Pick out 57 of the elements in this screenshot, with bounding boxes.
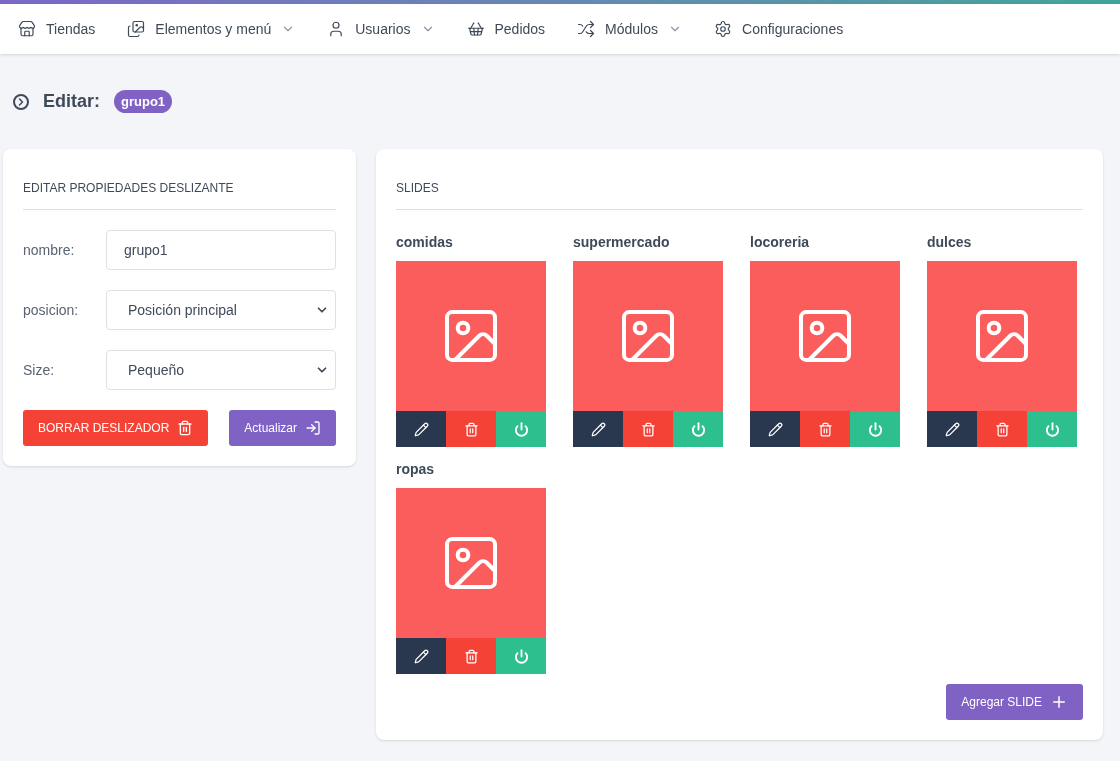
field-label: posicion: [23,300,80,320]
update-button[interactable]: Actualizar [229,410,336,446]
nav-item[interactable]: Configuraciones [714,18,844,40]
card-heading: EDITAR PROPIEDADES DESLIZANTE [23,179,336,210]
trash-icon [817,421,833,437]
power-icon [867,421,883,437]
page-title: Editar: [43,90,100,113]
field-label: nombre: [23,240,76,260]
trash-icon [463,648,479,664]
delete-slider-button[interactable]: BORRAR DESLIZADOR [23,410,209,446]
slide-name: dulces [927,233,973,252]
power-icon [690,421,706,437]
login-icon [305,420,321,436]
basket-icon [466,20,485,38]
trash-icon [640,421,656,437]
edit-button[interactable] [396,638,446,674]
edit-button[interactable] [927,411,977,447]
power-icon [513,648,529,664]
pencil-icon [944,421,960,437]
pencil-icon [413,421,429,437]
select-field[interactable]: Posición principal [106,290,336,330]
nav-item[interactable]: Elementos y menú [127,18,296,40]
nav-item[interactable]: Pedidos [466,18,546,40]
field-label: Size: [23,360,56,380]
power-button[interactable] [673,411,723,447]
power-button[interactable] [1027,411,1077,447]
trash-icon [463,421,479,437]
trash-icon [994,421,1010,437]
edit-button[interactable] [573,411,623,447]
nav-item[interactable]: Módulos [577,18,682,40]
add-slide-button[interactable]: Agregar SLIDE [946,684,1083,720]
slide-name: supermercado [573,233,671,252]
nav-item[interactable]: Tiendas [18,18,96,40]
plus-icon [1050,693,1068,711]
power-icon [1044,421,1060,437]
pictures-icon [127,20,146,38]
settings-icon [714,20,732,38]
store-icon [18,20,36,38]
pencil-icon [413,648,429,664]
slide-name: ropas [396,460,436,479]
edit-button[interactable] [396,411,446,447]
pencil-icon [767,421,783,437]
power-icon [513,421,529,437]
text-field[interactable]: grupo1 [106,230,336,270]
select-field[interactable]: Pequeño [106,350,336,390]
power-button[interactable] [496,411,546,447]
slide-name: comidas [396,233,454,252]
trash-icon [177,420,194,436]
power-button[interactable] [850,411,900,447]
group-badge: grupo1 [114,89,173,114]
slide-name: locoreria [750,233,811,252]
power-button[interactable] [496,638,546,674]
shuffle-icon [577,20,596,38]
edit-button[interactable] [750,411,800,447]
nav-item[interactable]: Usuarios [327,18,435,40]
pencil-icon [590,421,606,437]
card-heading: SLIDES [396,179,1083,210]
